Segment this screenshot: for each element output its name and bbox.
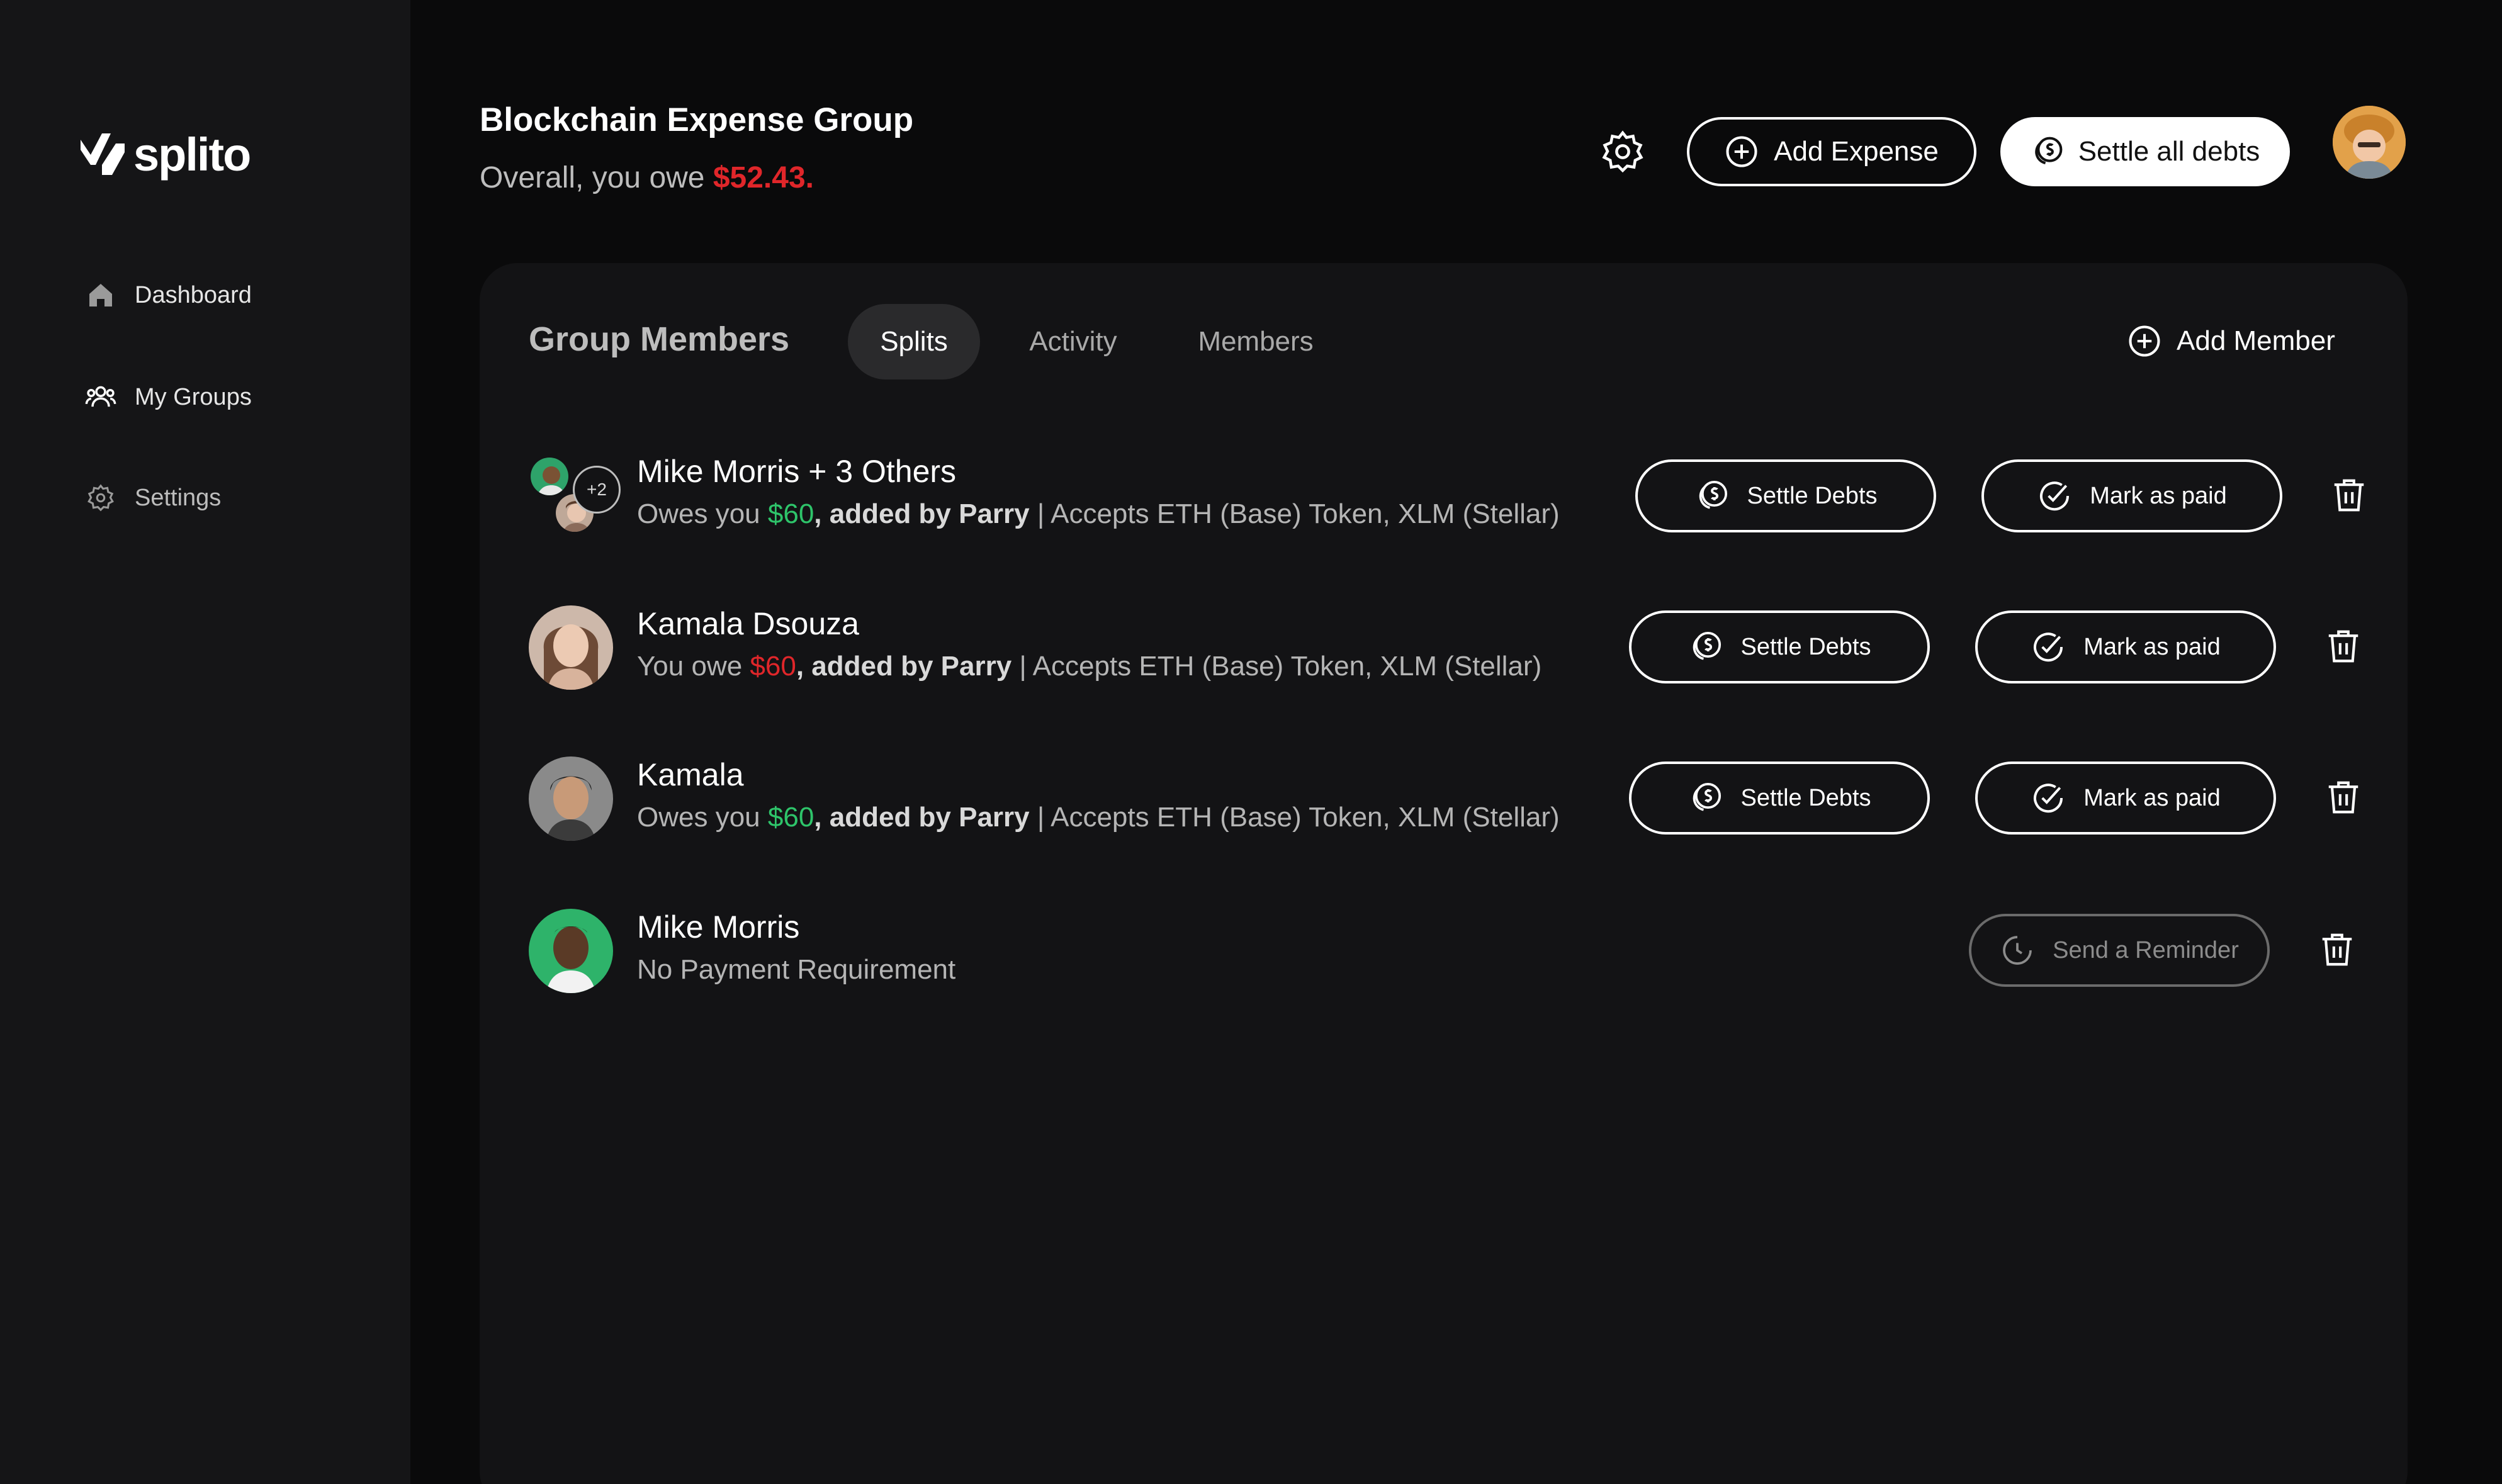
mark-as-paid-label: Mark as paid (2083, 633, 2221, 660)
group-settings-button[interactable] (1600, 129, 1645, 174)
avatar-stack: +2 (529, 453, 636, 548)
page-title: Blockchain Expense Group (480, 101, 914, 138)
settle-debts-button[interactable]: Settle Debts (1629, 762, 1930, 835)
member-status: Owes you $60, added by Parry | Accepts E… (637, 802, 1560, 833)
check-circle-icon (2034, 784, 2063, 813)
user-avatar[interactable] (2333, 106, 2406, 179)
home-icon (84, 279, 117, 312)
add-expense-button[interactable]: Add Expense (1687, 117, 1976, 186)
added-by: , added by Parry (814, 802, 1030, 833)
member-status: Owes you $60, added by Parry | Accepts E… (637, 498, 1560, 530)
plus-circle-icon (2129, 325, 2160, 357)
delete-button[interactable] (2321, 624, 2365, 668)
settle-all-debts-button[interactable]: Settle all debts (2000, 117, 2290, 186)
mark-as-paid-button[interactable]: Mark as paid (1975, 610, 2276, 683)
clock-icon (2003, 936, 2032, 965)
sidebar-item-label: My Groups (135, 383, 252, 410)
status-prefix: Owes you (637, 498, 768, 529)
member-status: You owe $60, added by Parry | Accepts ET… (637, 651, 1541, 682)
app-logo[interactable]: splito (77, 126, 251, 183)
settle-debts-label: Settle Debts (1740, 633, 1871, 660)
tab-splits[interactable]: Splits (848, 304, 980, 379)
settle-debts-button[interactable]: Settle Debts (1629, 610, 1930, 683)
member-name: Mike Morris (637, 909, 800, 945)
sidebar-item-settings[interactable]: Settings (84, 476, 221, 520)
more-members-badge: +2 (573, 466, 621, 514)
add-member-button[interactable]: Add Member (2127, 321, 2335, 361)
panel-title: Group Members (529, 320, 790, 358)
overall-balance: Overall, you owe $52.43. (480, 160, 814, 195)
logo-text: splito (133, 128, 251, 181)
trash-icon (2322, 933, 2352, 966)
check-circle-icon (2034, 632, 2063, 662)
member-name: Mike Morris + 3 Others (637, 454, 957, 489)
coins-icon (1693, 631, 1721, 660)
add-expense-label: Add Expense (1774, 136, 1939, 167)
sidebar-item-label: Settings (135, 484, 222, 511)
delete-button[interactable] (2327, 473, 2371, 517)
splito-logo-icon (81, 133, 125, 175)
trash-icon (2328, 630, 2358, 663)
mark-as-paid-label: Mark as paid (2083, 784, 2221, 811)
sidebar-item-dashboard[interactable]: Dashboard (84, 273, 252, 317)
coins-icon (2034, 137, 2063, 164)
added-by: , added by Parry (796, 651, 1012, 682)
amount: $60 (767, 802, 814, 833)
avatar (529, 605, 613, 690)
overall-amount: $52.43. (713, 161, 814, 194)
plus-circle-icon (1726, 136, 1757, 167)
sidebar-item-label: Dashboard (135, 281, 252, 308)
gear-icon (1602, 130, 1643, 173)
coins-icon (1699, 480, 1727, 509)
member-status: No Payment Requirement (637, 954, 956, 985)
settle-debts-label: Settle Debts (1747, 482, 1878, 509)
member-name: Kamala (637, 757, 744, 792)
send-reminder-label: Send a Reminder (2053, 936, 2239, 964)
trash-icon (2328, 781, 2358, 814)
settle-debts-button[interactable]: Settle Debts (1635, 459, 1936, 532)
accepts-info: | Accepts ETH (Base) Token, XLM (Stellar… (1012, 651, 1542, 682)
users-icon (84, 381, 117, 413)
gear-icon (84, 481, 117, 514)
app-root: splito Dashboard My Groups Settings Bloc… (0, 0, 2502, 1484)
trash-icon (2334, 479, 2364, 512)
status-prefix: Owes you (637, 802, 768, 833)
sidebar-item-my-groups[interactable]: My Groups (84, 375, 252, 419)
mark-as-paid-button[interactable]: Mark as paid (1975, 762, 2276, 835)
status-prefix: You owe (637, 651, 750, 682)
accepts-info: | Accepts ETH (Base) Token, XLM (Stellar… (1029, 802, 1560, 833)
add-member-label: Add Member (2177, 325, 2335, 356)
avatar (529, 756, 613, 841)
tab-activity[interactable]: Activity (1007, 304, 1139, 379)
delete-button[interactable] (2315, 928, 2359, 972)
sidebar: splito Dashboard My Groups Settings (0, 0, 410, 1484)
avatar (529, 909, 613, 993)
send-reminder-button[interactable]: Send a Reminder (1969, 914, 2270, 987)
tab-members[interactable]: Members (1183, 304, 1328, 379)
added-by: , added by Parry (814, 498, 1030, 529)
mark-as-paid-button[interactable]: Mark as paid (1981, 459, 2282, 532)
amount: $60 (767, 498, 814, 529)
amount: $60 (750, 651, 796, 682)
settle-all-label: Settle all debts (2078, 136, 2260, 167)
accepts-info: | Accepts ETH (Base) Token, XLM (Stellar… (1029, 498, 1560, 529)
check-circle-icon (2040, 481, 2070, 511)
overall-label: Overall, you owe (480, 161, 713, 194)
member-name: Kamala Dsouza (637, 606, 859, 641)
delete-button[interactable] (2321, 775, 2365, 819)
avatar (529, 456, 570, 497)
group-members-panel (480, 263, 2408, 1484)
mark-as-paid-label: Mark as paid (2090, 482, 2227, 509)
coins-icon (1693, 782, 1721, 811)
settle-debts-label: Settle Debts (1740, 784, 1871, 811)
